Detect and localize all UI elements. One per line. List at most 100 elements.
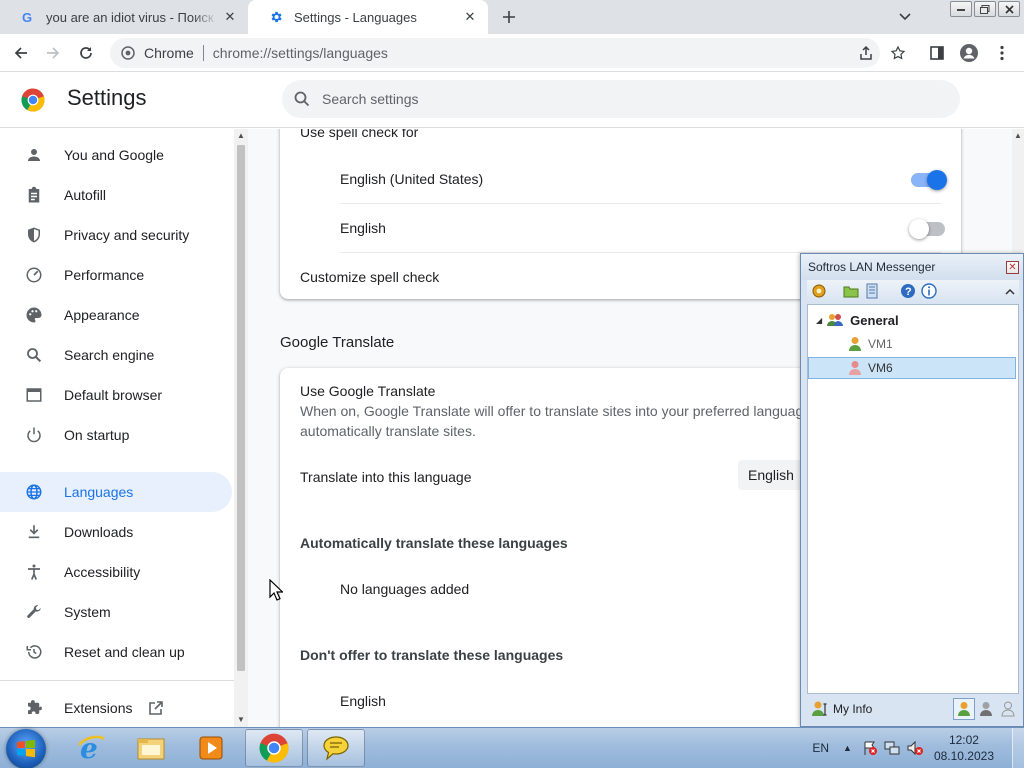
- search-input[interactable]: [322, 91, 922, 107]
- chrome-icon: [120, 45, 136, 61]
- scroll-up-arrow-icon[interactable]: ▲: [237, 131, 245, 140]
- internet-explorer-icon: e: [78, 733, 105, 763]
- never-translate-item: English: [340, 693, 386, 709]
- person-icon: [24, 145, 44, 165]
- sidebar-item-downloads[interactable]: Downloads: [0, 512, 232, 552]
- close-icon[interactable]: ✕: [1006, 261, 1019, 274]
- tab-title: Settings - Languages: [294, 9, 417, 25]
- input-language[interactable]: EN: [812, 741, 829, 755]
- side-panel-icon[interactable]: [924, 40, 950, 66]
- taskbar-chrome[interactable]: [245, 729, 303, 767]
- history-book-icon[interactable]: [863, 282, 881, 300]
- menu-kebab-icon[interactable]: [989, 40, 1015, 66]
- sidebar-item-you-and-google[interactable]: You and Google: [0, 135, 232, 175]
- settings-gear-icon[interactable]: [810, 282, 828, 300]
- bookmark-star-icon[interactable]: [885, 40, 911, 66]
- sidebar-item-extensions[interactable]: Extensions: [0, 688, 232, 727]
- group-row-general[interactable]: ◢ General: [808, 309, 1018, 331]
- svg-text:G: G: [22, 10, 32, 24]
- sidebar-item-label: Autofill: [64, 187, 107, 203]
- contact-row[interactable]: VM1: [808, 333, 1018, 355]
- sidebar-item-autofill[interactable]: Autofill: [0, 175, 232, 215]
- restore-icon: [24, 642, 44, 662]
- settings-header: Settings: [0, 72, 1024, 128]
- new-tab-button[interactable]: [496, 4, 522, 30]
- tab-settings[interactable]: Settings - Languages ✕: [248, 0, 488, 34]
- messenger-contact-list: ◢ General VM1 VM6: [807, 304, 1019, 694]
- spellcheck-en-toggle[interactable]: [909, 219, 945, 239]
- mouse-cursor-icon: [269, 579, 283, 601]
- taskbar-internet-explorer[interactable]: e: [62, 729, 120, 767]
- sidebar-item-system[interactable]: System: [0, 592, 232, 632]
- back-button[interactable]: [8, 40, 34, 66]
- sidebar-item-label: Accessibility: [64, 564, 141, 580]
- customize-spell-check-link[interactable]: Customize spell check: [300, 269, 439, 285]
- sidebar-item-languages[interactable]: Languages: [0, 472, 232, 512]
- my-info-label[interactable]: My Info: [833, 702, 872, 716]
- action-center-flag-icon[interactable]: [862, 740, 878, 756]
- expand-triangle-icon[interactable]: ◢: [816, 316, 822, 325]
- scroll-down-arrow-icon[interactable]: ▼: [237, 715, 245, 724]
- sidebar-item-label: On startup: [64, 427, 130, 443]
- divider: [340, 203, 941, 204]
- address-bar[interactable]: Chrome chrome://settings/languages: [110, 38, 880, 68]
- scrollbar-thumb[interactable]: [237, 145, 245, 671]
- sidebar-item-label: You and Google: [64, 147, 164, 163]
- status-busy-button[interactable]: [975, 698, 997, 720]
- profile-avatar[interactable]: [956, 40, 982, 66]
- settings-search[interactable]: [282, 80, 960, 118]
- power-icon: [24, 425, 44, 445]
- taskbar-media-player[interactable]: [182, 729, 240, 767]
- show-desktop-button[interactable]: [1012, 728, 1024, 768]
- show-hidden-icons-arrow-icon[interactable]: ▲: [843, 743, 852, 753]
- sidebar-item-accessibility[interactable]: Accessibility: [0, 552, 232, 592]
- close-tab-icon[interactable]: ✕: [458, 5, 482, 29]
- restore-button[interactable]: [974, 1, 996, 17]
- spellcheck-language-label: English (United States): [340, 171, 484, 187]
- info-icon[interactable]: [920, 282, 938, 300]
- status-offline-button[interactable]: [997, 698, 1019, 720]
- taskbar-explorer[interactable]: [122, 729, 180, 767]
- sidebar-item-appearance[interactable]: Appearance: [0, 295, 232, 335]
- contact-name: VM6: [868, 361, 893, 375]
- sidebar-item-performance[interactable]: Performance: [0, 255, 232, 295]
- taskbar-clock[interactable]: 12:02 08.10.2023: [934, 732, 994, 764]
- contact-name: VM1: [868, 337, 893, 351]
- sidebar-item-label: Appearance: [64, 307, 140, 323]
- sidebar-item-privacy[interactable]: Privacy and security: [0, 215, 232, 255]
- tab-google-search[interactable]: G you are an idiot virus - Поиск в Googl…: [0, 0, 248, 34]
- sidebar-item-label: Default browser: [64, 387, 163, 403]
- windows-logo-icon: [17, 739, 35, 758]
- search-icon: [24, 345, 44, 365]
- close-tab-icon[interactable]: ✕: [218, 5, 242, 29]
- network-icon[interactable]: [884, 740, 900, 756]
- tab-search-chevron-icon[interactable]: [894, 6, 916, 28]
- sidebar-item-reset[interactable]: Reset and clean up: [0, 632, 232, 672]
- svg-text:?: ?: [905, 286, 912, 298]
- minimize-button[interactable]: [950, 1, 972, 17]
- taskbar-lan-messenger[interactable]: [307, 729, 365, 767]
- system-tray: EN ▲ 12:02 08.10.2023: [812, 728, 1024, 768]
- reload-button[interactable]: [73, 40, 99, 66]
- clipboard-icon: [24, 185, 44, 205]
- volume-muted-icon[interactable]: [906, 740, 924, 756]
- close-window-button[interactable]: [998, 1, 1020, 17]
- open-folder-icon[interactable]: [842, 282, 860, 300]
- sidebar-item-search-engine[interactable]: Search engine: [0, 335, 232, 375]
- download-icon: [24, 522, 44, 542]
- collapse-chevron-icon[interactable]: [1001, 282, 1019, 300]
- scroll-up-arrow-icon[interactable]: ▲: [1014, 131, 1022, 140]
- sidebar-item-on-startup[interactable]: On startup: [0, 415, 232, 455]
- sidebar-scrollbar[interactable]: ▲ ▼: [234, 129, 248, 727]
- help-icon[interactable]: ?: [899, 282, 917, 300]
- my-info-user-icon: [811, 700, 829, 718]
- contact-row-selected[interactable]: VM6: [808, 357, 1016, 379]
- status-online-button[interactable]: [953, 698, 975, 720]
- share-icon[interactable]: [853, 40, 879, 66]
- spellcheck-en-us-toggle[interactable]: [911, 170, 947, 190]
- start-button[interactable]: [6, 729, 46, 768]
- forward-button[interactable]: [40, 40, 66, 66]
- sidebar-item-default-browser[interactable]: Default browser: [0, 375, 232, 415]
- globe-icon: [24, 482, 44, 502]
- sidebar-item-label: Reset and clean up: [64, 644, 185, 660]
